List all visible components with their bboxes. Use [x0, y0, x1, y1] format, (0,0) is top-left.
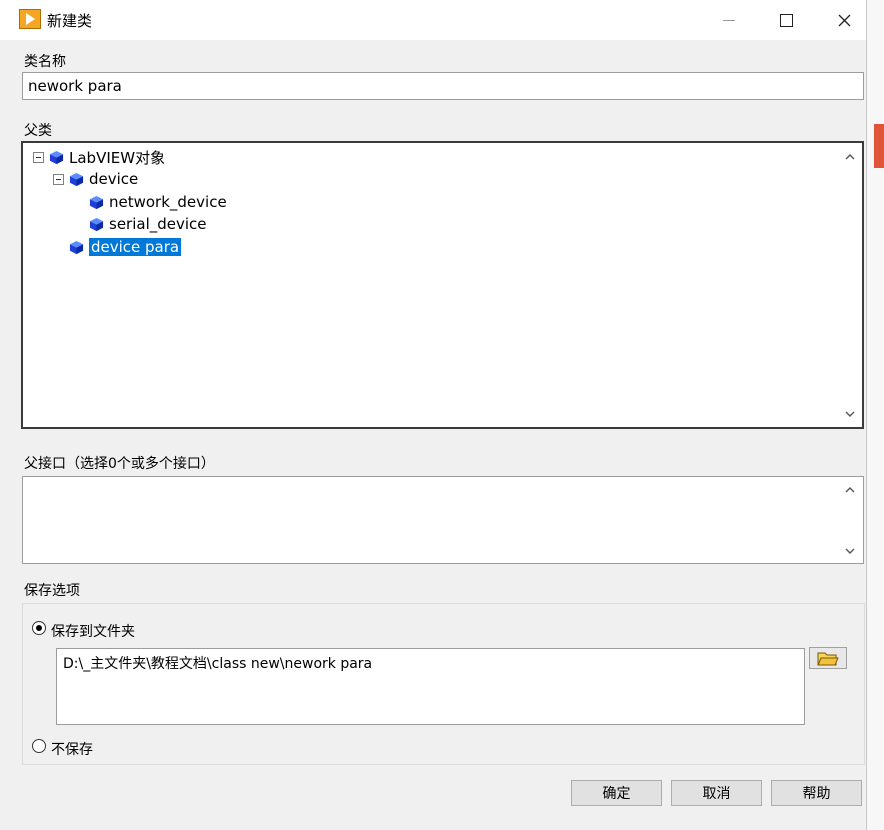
close-button[interactable]	[824, 6, 864, 34]
tree-item-label: LabVIEW对象	[69, 148, 166, 167]
tree-item-device[interactable]: device	[53, 168, 138, 190]
class-cube-icon	[69, 240, 84, 254]
labview-app-icon	[19, 9, 41, 29]
cancel-button[interactable]: 取消	[671, 780, 762, 806]
background-app-red-tab	[874, 124, 884, 168]
help-button[interactable]: 帮助	[771, 780, 862, 806]
tree-item-label: serial_device	[109, 215, 207, 233]
class-cube-icon	[89, 217, 104, 231]
tree-item-serial-device[interactable]: serial_device	[89, 213, 207, 235]
minimize-icon	[723, 19, 735, 21]
class-cube-icon	[69, 172, 84, 186]
collapse-icon[interactable]	[33, 151, 44, 163]
parent-interfaces-list[interactable]	[22, 476, 864, 564]
tree-item-device-para[interactable]: device para	[69, 236, 182, 258]
scroll-down-icon[interactable]	[842, 543, 858, 559]
title-bar: 新建类	[0, 0, 866, 40]
class-name-label: 类名称	[24, 54, 66, 70]
save-to-folder-label[interactable]: 保存到文件夹	[51, 621, 135, 641]
tree-item-label-selected: device para	[89, 238, 182, 256]
dont-save-radio[interactable]	[32, 739, 46, 753]
save-path-input[interactable]: D:\_主文件夹\教程文档\class new\nework para	[56, 648, 805, 725]
scroll-up-icon[interactable]	[842, 148, 858, 164]
save-options-label: 保存选项	[24, 583, 80, 599]
class-cube-icon	[89, 195, 104, 209]
scroll-down-icon[interactable]	[842, 406, 858, 422]
collapse-icon[interactable]	[53, 173, 64, 185]
save-to-folder-radio[interactable]	[32, 621, 46, 635]
class-name-input[interactable]: nework para	[22, 72, 864, 100]
tree-item-labview-object[interactable]: LabVIEW对象	[33, 146, 165, 168]
window-title: 新建类	[47, 12, 93, 30]
parent-interfaces-label: 父接口（选择0个或多个接口）	[24, 456, 215, 472]
dont-save-label[interactable]: 不保存	[51, 739, 93, 759]
maximize-button[interactable]	[766, 6, 806, 34]
tree-item-label: network_device	[109, 193, 227, 211]
scroll-up-icon[interactable]	[842, 481, 858, 497]
minimize-button[interactable]	[709, 6, 749, 34]
parent-class-label: 父类	[24, 123, 52, 139]
ok-button[interactable]: 确定	[571, 780, 662, 806]
class-cube-icon	[49, 150, 64, 164]
folder-icon	[817, 652, 839, 666]
tree-item-label: device	[89, 170, 139, 188]
parent-class-tree[interactable]: LabVIEW对象 device network_device serial_d…	[21, 141, 864, 429]
maximize-icon	[779, 13, 793, 27]
browse-folder-button[interactable]	[809, 647, 847, 669]
new-class-dialog: 新建类 类名称 nework para 父类 LabVIEW对象 device …	[0, 0, 867, 830]
tree-item-network-device[interactable]: network_device	[89, 191, 227, 213]
close-icon	[838, 14, 850, 26]
